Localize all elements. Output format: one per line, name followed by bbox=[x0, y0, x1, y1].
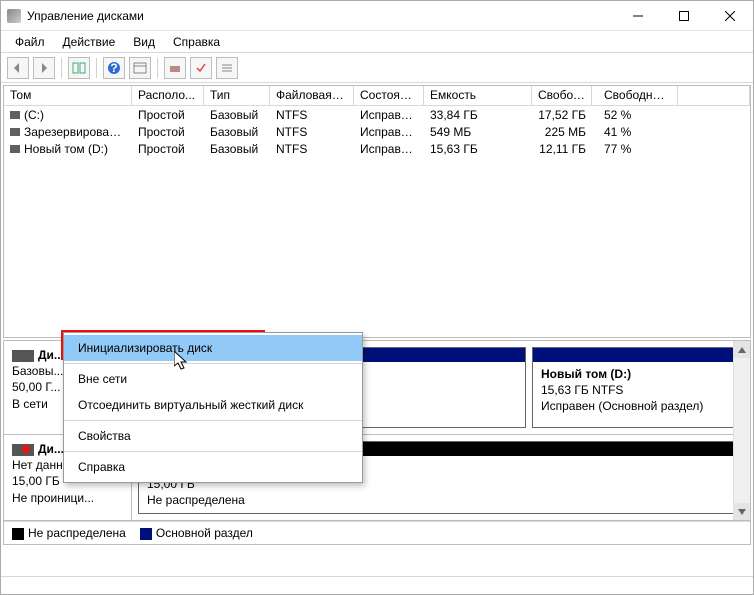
partition-stripe bbox=[533, 348, 743, 362]
volume-row[interactable]: Зарезервировано... Простой Базовый NTFS … bbox=[4, 123, 750, 140]
vertical-scrollbar[interactable] bbox=[733, 341, 750, 520]
close-button[interactable] bbox=[707, 1, 753, 31]
ctx-properties[interactable]: Свойства bbox=[64, 423, 362, 449]
scroll-track[interactable] bbox=[734, 358, 750, 503]
scroll-up-button[interactable] bbox=[734, 341, 750, 358]
legend-primary-swatch bbox=[140, 528, 152, 540]
forward-button[interactable] bbox=[33, 57, 55, 79]
volume-icon bbox=[10, 111, 20, 119]
window-title: Управление дисками bbox=[27, 9, 144, 23]
menu-help[interactable]: Справка bbox=[165, 33, 228, 51]
col-status[interactable]: Состояние bbox=[354, 86, 424, 105]
disk-management-window: Управление дисками Файл Действие Вид Спр… bbox=[0, 0, 754, 595]
menu-action[interactable]: Действие bbox=[55, 33, 124, 51]
layout-button[interactable] bbox=[68, 57, 90, 79]
status-bar bbox=[1, 576, 753, 594]
legend-unallocated-swatch bbox=[12, 528, 24, 540]
help-button[interactable]: ? bbox=[103, 57, 125, 79]
ctx-initialize-disk[interactable]: Инициализировать диск bbox=[64, 335, 362, 361]
menu-view[interactable]: Вид bbox=[125, 33, 163, 51]
check-button[interactable] bbox=[190, 57, 212, 79]
menu-file[interactable]: Файл bbox=[7, 33, 53, 51]
col-filesystem[interactable]: Файловая с... bbox=[270, 86, 354, 105]
back-button[interactable] bbox=[7, 57, 29, 79]
context-menu: Инициализировать диск Вне сети Отсоедини… bbox=[63, 332, 363, 483]
ctx-detach-vhd[interactable]: Отсоединить виртуальный жесткий диск bbox=[64, 392, 362, 418]
scroll-down-button[interactable] bbox=[734, 503, 750, 520]
legend: Не распределена Основной раздел bbox=[4, 521, 750, 544]
col-volume[interactable]: Том bbox=[4, 86, 132, 105]
ctx-offline[interactable]: Вне сети bbox=[64, 366, 362, 392]
col-type[interactable]: Тип bbox=[204, 86, 270, 105]
toolbar: ? bbox=[1, 53, 753, 83]
partition[interactable]: Новый том (D:) 15,63 ГБ NTFS Исправен (О… bbox=[532, 347, 744, 428]
col-capacity[interactable]: Емкость bbox=[424, 86, 532, 105]
maximize-button[interactable] bbox=[661, 1, 707, 31]
menubar: Файл Действие Вид Справка bbox=[1, 31, 753, 53]
minimize-button[interactable] bbox=[615, 1, 661, 31]
titlebar: Управление дисками bbox=[1, 1, 753, 31]
settings-button[interactable] bbox=[129, 57, 151, 79]
action-button[interactable] bbox=[164, 57, 186, 79]
list-button[interactable] bbox=[216, 57, 238, 79]
volume-row[interactable]: (C:) Простой Базовый NTFS Исправен... 33… bbox=[4, 106, 750, 123]
volume-icon bbox=[10, 145, 20, 153]
col-free[interactable]: Свобод... bbox=[532, 86, 592, 105]
volume-list-panel: Том Располо... Тип Файловая с... Состоян… bbox=[3, 85, 751, 338]
volume-row[interactable]: Новый том (D:) Простой Базовый NTFS Испр… bbox=[4, 140, 750, 157]
app-icon bbox=[7, 9, 21, 23]
disk-icon bbox=[12, 350, 34, 362]
disk-error-icon bbox=[12, 444, 34, 456]
svg-text:?: ? bbox=[110, 61, 117, 75]
volume-list-header: Том Располо... Тип Файловая с... Состоян… bbox=[4, 86, 750, 106]
col-freepercent[interactable]: Свободно % bbox=[592, 86, 678, 105]
volume-icon bbox=[10, 128, 20, 136]
col-layout[interactable]: Располо... bbox=[132, 86, 204, 105]
ctx-help[interactable]: Справка bbox=[64, 454, 362, 480]
